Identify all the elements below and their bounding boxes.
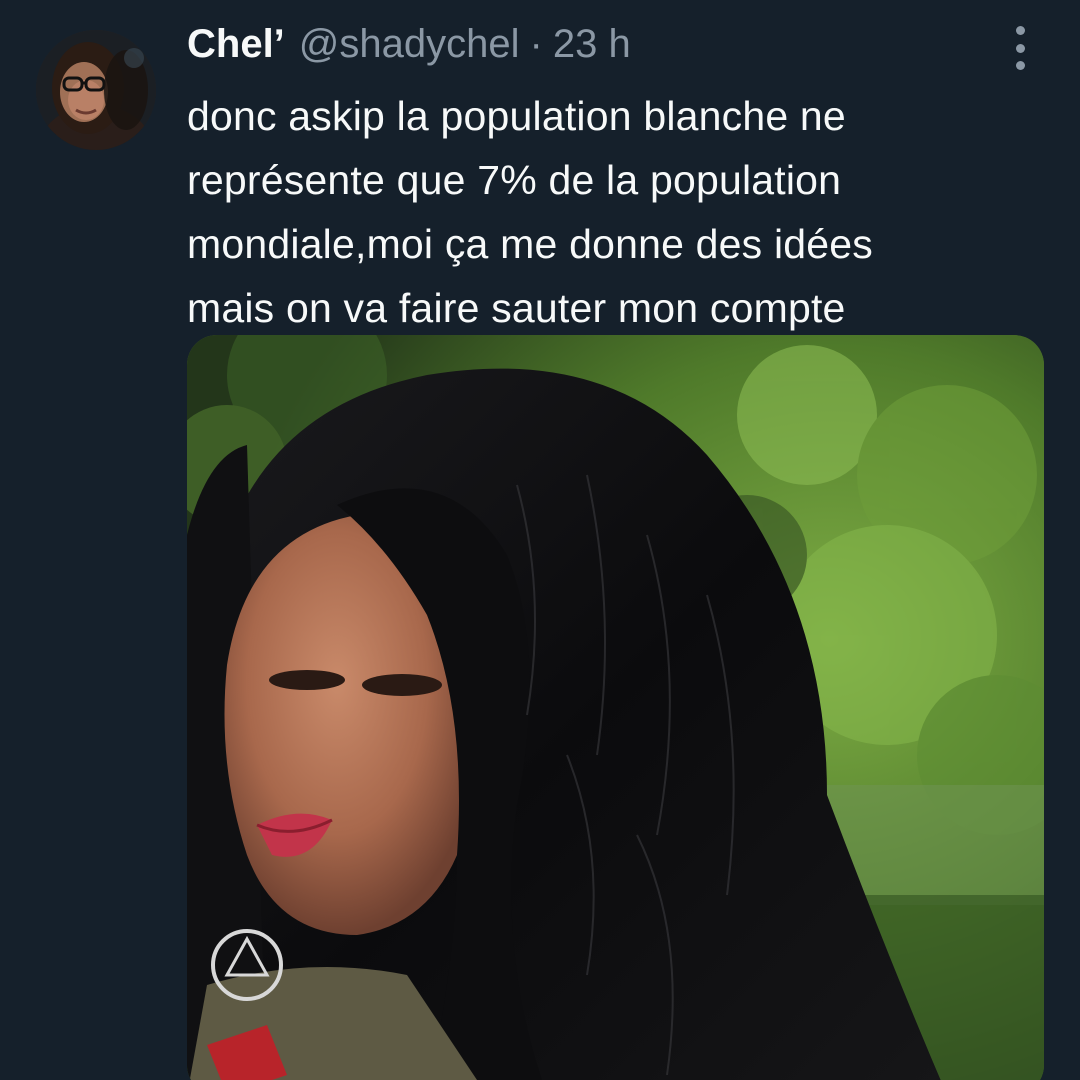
tweet-timestamp[interactable]: 23 h — [553, 22, 631, 67]
photo-woman-long-black-hair — [187, 335, 1044, 1080]
more-options-button[interactable] — [1000, 26, 1040, 70]
separator-dot: · — [529, 22, 543, 66]
author-display-name[interactable]: Chel’ — [187, 22, 285, 67]
tweet-text-line: mais on va faire sauter mon compte — [187, 285, 846, 331]
tweet-card: Chel’ @shadychel · 23 h donc askip la po… — [0, 0, 1080, 1080]
more-vertical-icon-dot — [1015, 43, 1025, 53]
avatar[interactable] — [36, 30, 156, 150]
tweet-text-line: mondiale,moi ça me donne des idées — [187, 221, 873, 267]
author-handle[interactable]: @shadychel — [299, 22, 520, 67]
more-vertical-icon-dot — [1015, 61, 1025, 70]
more-vertical-icon — [1015, 26, 1025, 35]
tweet-header: Chel’ @shadychel · 23 h — [187, 22, 631, 76]
tweet-text: donc askip la population blanche ne repr… — [187, 84, 1007, 340]
tweet-text-line: représente que 7% de la population — [187, 157, 842, 203]
tweet-media-photo[interactable] — [187, 335, 1044, 1080]
tweet-text-line: donc askip la population blanche ne — [187, 93, 846, 139]
avatar-photo — [36, 30, 156, 150]
